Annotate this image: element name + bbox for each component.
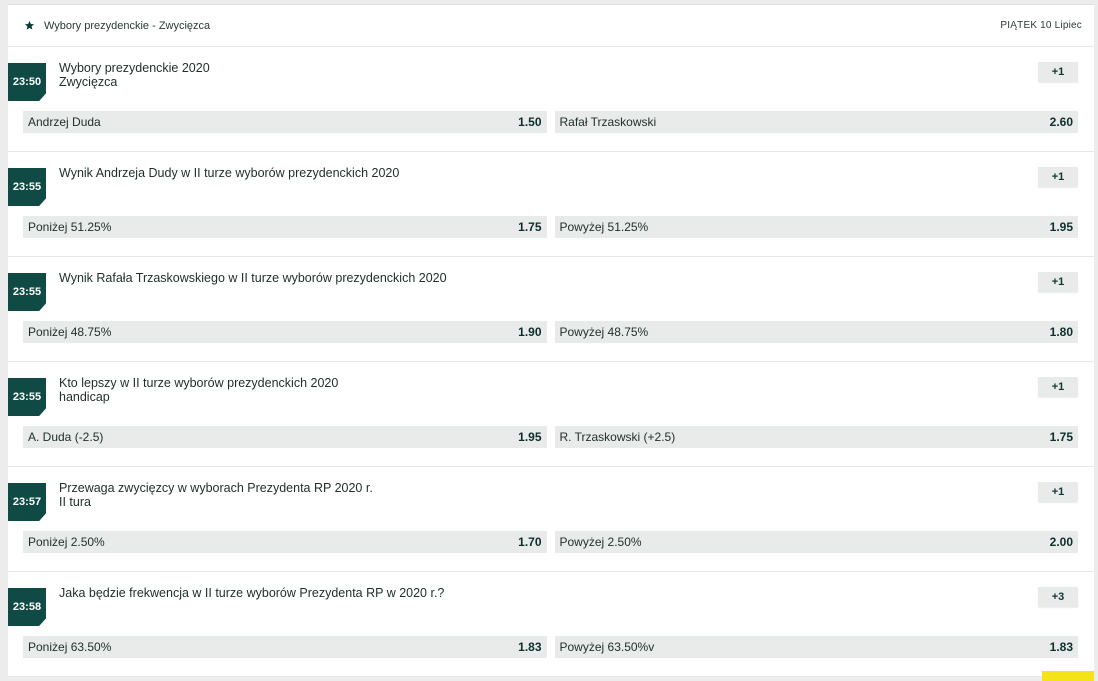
more-markets-button[interactable]: +1 (1038, 482, 1078, 502)
event-title[interactable]: Przewaga zwycięzcy w wyborach Prezydenta… (59, 481, 373, 509)
odds-label: Andrzej Duda (28, 115, 101, 129)
more-markets-button[interactable]: +1 (1038, 377, 1078, 397)
odds-label: Poniżej 63.50% (28, 640, 112, 654)
odds-button[interactable]: Poniżej 63.50% 1.83 (23, 636, 547, 658)
odds-button[interactable]: R. Trzaskowski (+2.5) 1.75 (554, 426, 1078, 448)
event-time-badge: 23:55 (8, 273, 46, 311)
event-row: 23:58 Jaka będzie frekwencja w II turze … (8, 572, 1094, 677)
odds-value: 1.83 (518, 640, 542, 654)
event-title[interactable]: Wybory prezydenckie 2020 Zwycięzca (59, 61, 210, 89)
event-time-badge: 23:55 (8, 168, 46, 206)
odds-label: R. Trzaskowski (+2.5) (559, 430, 676, 444)
odds-button[interactable]: Andrzej Duda 1.50 (23, 111, 547, 133)
odds-label: Rafał Trzaskowski (559, 115, 657, 129)
odds-button[interactable]: Powyżej 51.25% 1.95 (554, 216, 1078, 238)
odds-row: Poniżej 63.50% 1.83 Powyżej 63.50%v 1.83 (23, 636, 1078, 658)
corner-widget[interactable] (1042, 671, 1094, 681)
event-row: 23:55 Wynik Andrzeja Dudy w II turze wyb… (8, 152, 1094, 257)
event-row: 23:55 Wynik Rafała Trzaskowskiego w II t… (8, 257, 1094, 362)
more-markets-button[interactable]: +3 (1038, 587, 1078, 607)
star-icon[interactable] (24, 20, 36, 32)
odds-button[interactable]: Rafał Trzaskowski 2.60 (554, 111, 1078, 133)
event-time-badge: 23:58 (8, 588, 46, 626)
odds-label: Powyżej 48.75% (559, 325, 649, 339)
odds-value: 1.50 (518, 115, 542, 129)
events-list: 23:50 Wybory prezydenckie 2020 Zwycięzca… (8, 47, 1094, 677)
odds-button[interactable]: Poniżej 51.25% 1.75 (23, 216, 547, 238)
odds-value: 1.83 (1049, 640, 1073, 654)
event-title[interactable]: Jaka będzie frekwencja w II turze wyboró… (59, 586, 444, 600)
odds-button[interactable]: Poniżej 48.75% 1.90 (23, 321, 547, 343)
odds-value: 2.00 (1049, 535, 1073, 549)
odds-value: 1.75 (1049, 430, 1073, 444)
odds-row: Poniżej 2.50% 1.70 Powyżej 2.50% 2.00 (23, 531, 1078, 553)
odds-label: A. Duda (-2.5) (28, 430, 104, 444)
odds-label: Powyżej 63.50%v (559, 640, 655, 654)
odds-row: Poniżej 48.75% 1.90 Powyżej 48.75% 1.80 (23, 321, 1078, 343)
event-row: 23:55 Kto lepszy w II turze wyborów prez… (8, 362, 1094, 467)
event-time-badge: 23:50 (8, 63, 46, 101)
odds-label: Powyżej 2.50% (559, 535, 642, 549)
betting-page: Wybory prezydenckie - Zwycięzca PIĄTEK 1… (8, 4, 1094, 677)
odds-button[interactable]: Poniżej 2.50% 1.70 (23, 531, 547, 553)
odds-value: 1.95 (1049, 220, 1073, 234)
more-markets-button[interactable]: +1 (1038, 167, 1078, 187)
odds-label: Poniżej 2.50% (28, 535, 105, 549)
section-title: Wybory prezydenckie - Zwycięzca (44, 19, 211, 32)
event-time-badge: 23:55 (8, 378, 46, 416)
event-time-badge: 23:57 (8, 483, 46, 521)
odds-value: 1.80 (1049, 325, 1073, 339)
odds-row: Poniżej 51.25% 1.75 Powyżej 51.25% 1.95 (23, 216, 1078, 238)
section-header: Wybory prezydenckie - Zwycięzca PIĄTEK 1… (8, 5, 1094, 47)
event-title[interactable]: Wynik Andrzeja Dudy w II turze wyborów p… (59, 166, 399, 180)
odds-row: A. Duda (-2.5) 1.95 R. Trzaskowski (+2.5… (23, 426, 1078, 448)
odds-button[interactable]: A. Duda (-2.5) 1.95 (23, 426, 547, 448)
event-title[interactable]: Wynik Rafała Trzaskowskiego w II turze w… (59, 271, 447, 285)
odds-value: 1.70 (518, 535, 542, 549)
event-row: 23:57 Przewaga zwycięzcy w wyborach Prez… (8, 467, 1094, 572)
odds-value: 1.90 (518, 325, 542, 339)
more-markets-button[interactable]: +1 (1038, 272, 1078, 292)
more-markets-button[interactable]: +1 (1038, 62, 1078, 82)
event-title[interactable]: Kto lepszy w II turze wyborów prezydenck… (59, 376, 338, 404)
odds-value: 2.60 (1049, 115, 1073, 129)
event-row: 23:50 Wybory prezydenckie 2020 Zwycięzca… (8, 47, 1094, 152)
odds-button[interactable]: Powyżej 63.50%v 1.83 (554, 636, 1078, 658)
odds-button[interactable]: Powyżej 2.50% 2.00 (554, 531, 1078, 553)
odds-value: 1.75 (518, 220, 542, 234)
odds-label: Powyżej 51.25% (559, 220, 649, 234)
odds-label: Poniżej 51.25% (28, 220, 112, 234)
odds-row: Andrzej Duda 1.50 Rafał Trzaskowski 2.60 (23, 111, 1078, 133)
section-date: PIĄTEK 10 Lipiec (1000, 20, 1082, 31)
odds-label: Poniżej 48.75% (28, 325, 112, 339)
odds-button[interactable]: Powyżej 48.75% 1.80 (554, 321, 1078, 343)
odds-value: 1.95 (518, 430, 542, 444)
